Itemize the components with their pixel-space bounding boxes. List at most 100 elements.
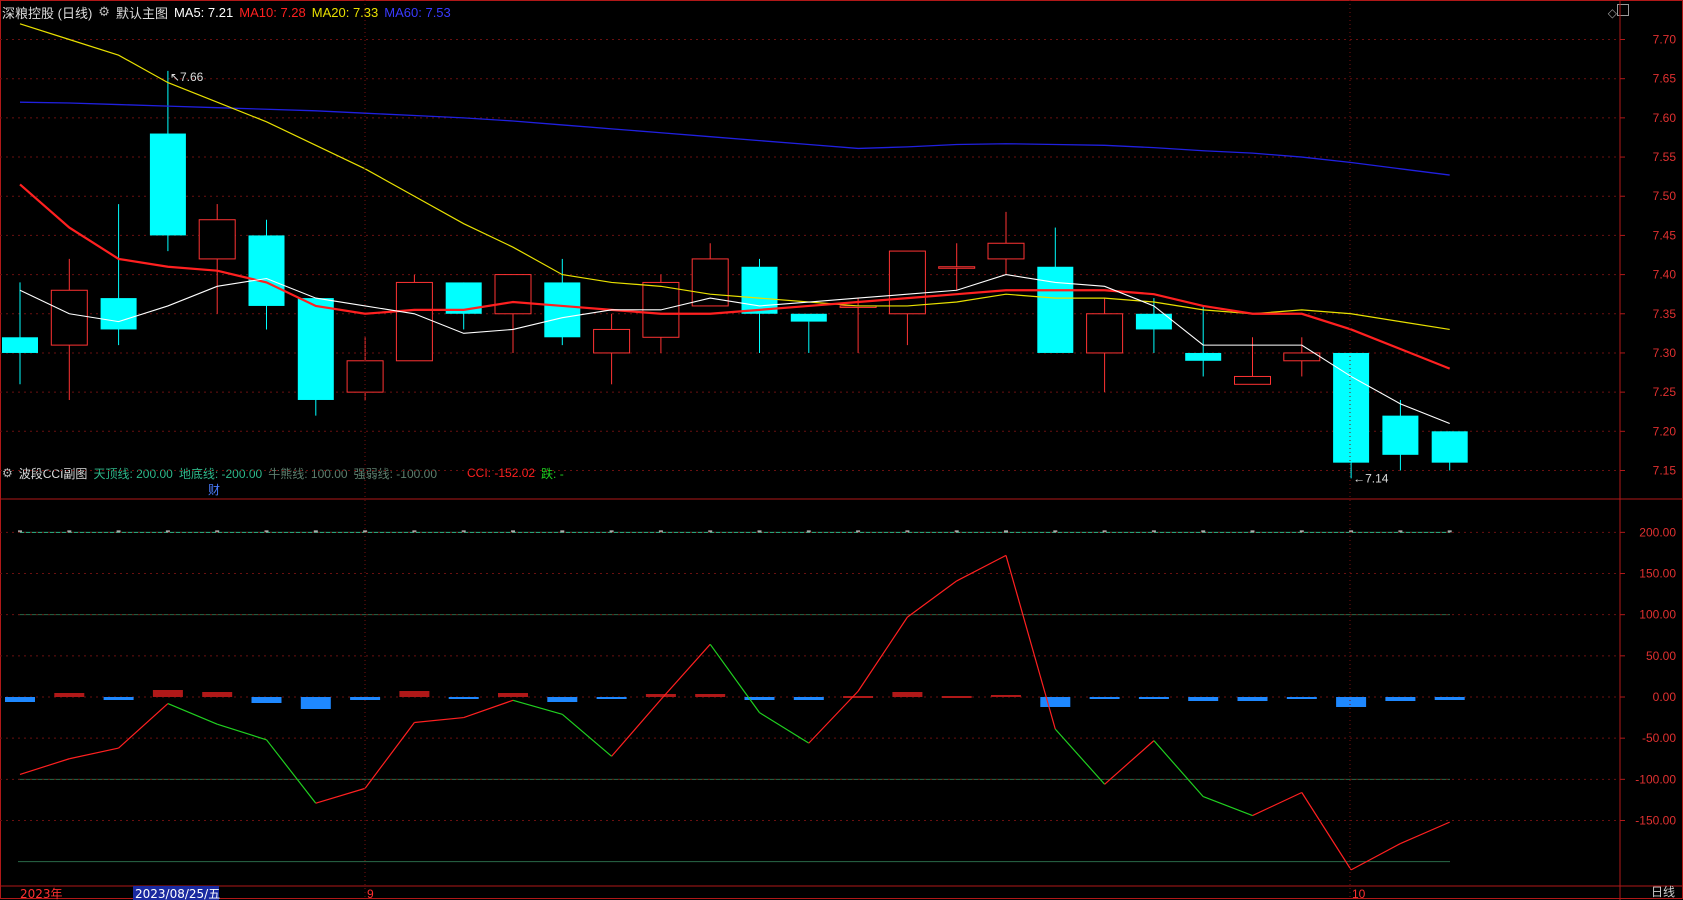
cci-line-segment (1301, 792, 1352, 871)
cci-bar (645, 694, 676, 697)
cci-bar (350, 697, 381, 700)
candle-down (1185, 352, 1222, 361)
financial-marker: 财 (208, 483, 220, 497)
cci-bar (793, 697, 824, 700)
candle-down (790, 313, 827, 322)
candle-up (1086, 313, 1124, 354)
x-label-month: 10 (1352, 887, 1366, 900)
cci-bar (695, 694, 726, 697)
cci-bar (5, 697, 35, 702)
cci-line-segment (1153, 740, 1204, 798)
candle-down (741, 266, 778, 314)
cci-top-mark (1447, 530, 1452, 533)
cci-line-segment (660, 643, 711, 700)
cci-line-segment (907, 580, 958, 618)
candle-down (297, 298, 334, 400)
cci-bar (1040, 697, 1071, 707)
cci-top-mark (1250, 530, 1255, 533)
ma60-line (19, 101, 1450, 176)
cci-line-segment (561, 713, 612, 757)
cci-line-segment (19, 758, 70, 775)
cci-bar (300, 697, 331, 709)
cci-bar (498, 693, 528, 697)
cci-bar (1089, 697, 1120, 699)
main-tick-label: 7.25 (1653, 385, 1677, 399)
cci-line-segment (1400, 821, 1450, 845)
cci-line-segment (217, 723, 267, 741)
cci-bar (1138, 697, 1169, 699)
cci-bar (1434, 697, 1465, 700)
candle-up (395, 281, 433, 362)
cci-line-segment (1104, 740, 1155, 785)
candle-up (494, 274, 532, 315)
candle-down (1431, 431, 1468, 463)
cci-bar (152, 690, 183, 697)
cci-bar (892, 692, 923, 697)
candle-down (1037, 266, 1074, 353)
cci-top-mark (1004, 530, 1008, 533)
candle-down (544, 282, 581, 338)
cci-bar (1286, 697, 1317, 699)
candle-down (1382, 415, 1419, 455)
x-label-month: 9 (367, 887, 374, 900)
low-annotation: ←7.14 (1353, 471, 1389, 485)
candle-down (248, 235, 285, 306)
cci-line-segment (611, 699, 662, 757)
cci-top-mark (757, 530, 762, 533)
candle-up (1283, 352, 1321, 362)
sub-tick-label: -100.00 (1635, 772, 1676, 786)
cci-bar (202, 692, 233, 697)
cci-line-segment (167, 703, 218, 725)
x-label-date: 2023/08/25/五 (135, 887, 220, 900)
cci-line-segment (1054, 728, 1106, 785)
cci-bar (1188, 697, 1219, 701)
candle-down (2, 337, 38, 353)
main-tick-label: 7.40 (1653, 268, 1677, 282)
cci-bar (547, 697, 578, 702)
candle-up (1234, 375, 1271, 385)
main-tick-label: 7.60 (1653, 111, 1677, 125)
cci-line-segment (1202, 796, 1253, 817)
main-tick-label: 7.20 (1653, 424, 1677, 438)
cci-line-segment (266, 739, 317, 804)
cci-line-segment (709, 643, 760, 713)
main-tick-label: 7.45 (1653, 228, 1677, 242)
main-tick-label: 7.65 (1653, 72, 1677, 86)
cci-bar (596, 697, 627, 699)
cci-bar (991, 695, 1021, 697)
cci-line-segment (512, 699, 563, 715)
period-tab[interactable]: 日线 (1651, 883, 1675, 900)
cci-bar (1237, 697, 1268, 701)
sub-tick-label: 150.00 (1639, 567, 1676, 581)
sub-tick-label: -50.00 (1642, 731, 1676, 745)
candle-up (198, 219, 236, 260)
cci-top-mark (560, 530, 565, 533)
cci-line-segment (69, 747, 119, 760)
cci-top-mark (313, 530, 318, 533)
cci-bar (251, 697, 282, 703)
cci-bar (1385, 697, 1416, 701)
cci-line-segment (118, 703, 169, 749)
cci-line-segment (956, 554, 1007, 582)
candle-up (691, 258, 729, 307)
chart-frame (0, 0, 1683, 899)
kline-chart[interactable]: 7.15 7.20 7.25 7.30 7.35 7.40 7.45 7.50 7.55 7.60… (0, 0, 1683, 900)
candle-down (100, 298, 137, 330)
main-tick-label: 7.50 (1653, 189, 1677, 203)
sub-tick-label: 50.00 (1646, 649, 1676, 663)
cci-bar (399, 691, 430, 697)
high-annotation: ↖7.66 (170, 70, 204, 84)
candle-up (50, 289, 88, 346)
sub-tick-label: -150.00 (1635, 813, 1676, 827)
sub-tick-label: 100.00 (1639, 608, 1676, 622)
main-tick-label: 7.30 (1653, 346, 1677, 360)
cci-bar (103, 697, 134, 700)
cci-bar (843, 696, 874, 698)
candle-up (987, 242, 1025, 260)
candle-up (593, 328, 631, 354)
sub-tick-label: 200.00 (1639, 525, 1676, 539)
candle-up (938, 266, 976, 269)
main-tick-label: 7.70 (1653, 33, 1677, 47)
cci-bar (1336, 697, 1367, 707)
cci-line-segment (1350, 843, 1401, 871)
